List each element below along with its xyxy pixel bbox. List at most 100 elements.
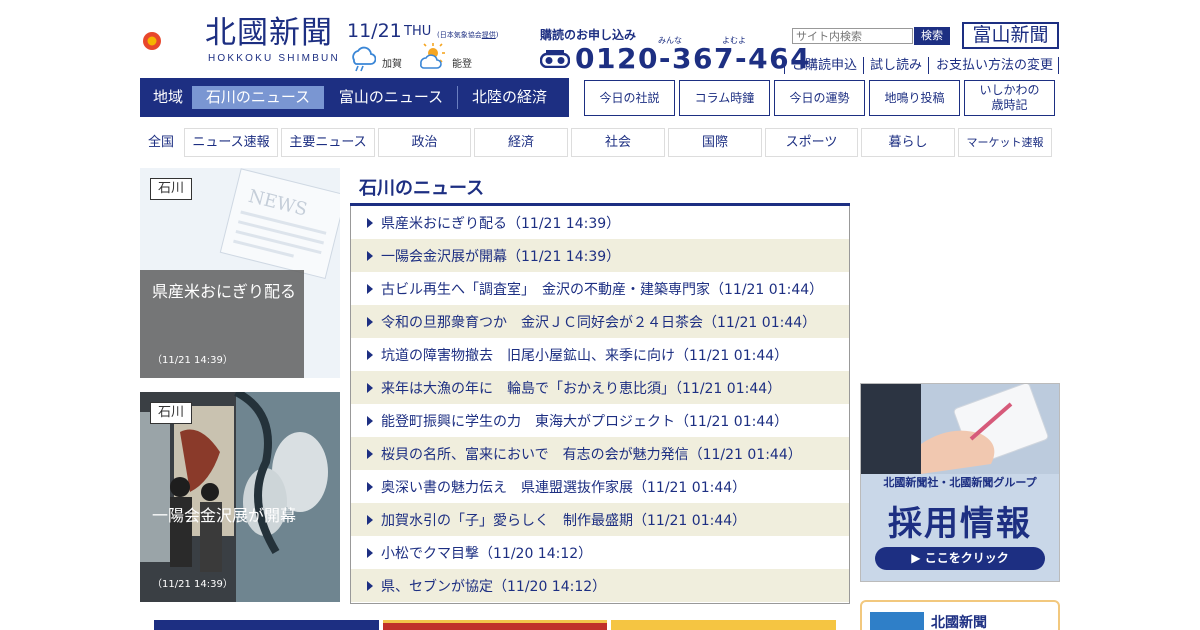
card-region-tag: 石川	[150, 402, 192, 424]
column-jisho-button[interactable]: コラム時鐘	[679, 80, 770, 116]
recruit-title: 採用情報	[888, 504, 1032, 544]
weather-area-noto: 能登	[452, 59, 472, 70]
recruit-company: 北國新聞社・北國新聞グループ	[883, 476, 1037, 489]
news-list-item[interactable]: 県産米おにぎり配る（11/21 14:39）	[351, 206, 849, 239]
arrow-right-icon	[367, 316, 373, 327]
arrow-right-icon	[367, 547, 373, 558]
link-separator	[863, 57, 864, 74]
rain-after-cloudy-icon[interactable]	[348, 44, 376, 72]
arrow-right-icon	[367, 481, 373, 492]
news-link[interactable]: 令和の旦那衆育つか 金沢ＪＣ同好会が２４日茶会（11/21 01:44）	[381, 312, 816, 332]
featured-card[interactable]: NEWS 石川 県産米おにぎり配る （11/21 14:39）	[140, 168, 340, 378]
card-region-tag: 石川	[150, 178, 192, 200]
arrow-right-icon	[367, 217, 373, 228]
category-market-news[interactable]: マーケット速報	[958, 128, 1052, 157]
news-link[interactable]: 加賀水引の「子」愛らしく 制作最盛期（11/21 01:44）	[381, 510, 746, 530]
bottom-banner[interactable]	[611, 620, 836, 630]
card-time: （11/21 14:39）	[152, 579, 233, 590]
news-list-item[interactable]: 小松でクマ目撃（11/20 14:12）	[351, 536, 849, 569]
tab-ishikawa-news[interactable]: 石川のニュース	[192, 86, 324, 109]
news-list-item[interactable]: 坑道の障害物撤去 旧尾小屋鉱山、来季に向け（11/21 01:44）	[351, 338, 849, 371]
free-dial-icon	[540, 50, 570, 68]
category-international[interactable]: 国際	[668, 128, 762, 157]
news-link[interactable]: 一陽会金沢展が開幕（11/21 14:39）	[381, 246, 620, 266]
arrow-right-icon	[367, 283, 373, 294]
weather-area-kaga: 加賀	[382, 59, 402, 70]
editorial-button[interactable]: 今日の社説	[584, 80, 675, 116]
category-sports[interactable]: スポーツ	[765, 128, 858, 157]
subscribe-link[interactable]: ご購読申込	[792, 57, 857, 74]
sun-cloud-icon[interactable]	[418, 42, 446, 70]
bottom-banner[interactable]	[383, 620, 607, 630]
weather-credit: (日本気象協会提供)	[437, 30, 498, 40]
category-lifestyle[interactable]: 暮らし	[861, 128, 955, 157]
news-link[interactable]: 桜貝の名所、富来においで 有志の会が魅力発信（11/21 01:44）	[381, 444, 802, 464]
news-link[interactable]: 県、セブンが協定（11/20 14:12）	[381, 576, 606, 596]
search-input[interactable]	[792, 28, 913, 44]
news-list-item[interactable]: 加賀水引の「子」愛らしく 制作最盛期（11/21 01:44）	[351, 503, 849, 536]
logo-title[interactable]: 北國新聞	[205, 15, 333, 51]
news-list-item[interactable]: 県、セブンが協定（11/20 14:12）	[351, 569, 849, 602]
region-nav-label: 地域	[152, 88, 183, 106]
link-separator	[1058, 57, 1059, 74]
category-top-news[interactable]: 主要ニュース	[281, 128, 375, 157]
search-button[interactable]: 検索	[914, 27, 950, 45]
weather-credit-close: )	[495, 31, 499, 39]
trial-read-link[interactable]: 試し読み	[870, 57, 922, 74]
arrow-right-icon	[367, 580, 373, 591]
featured-card[interactable]: 石川 一陽会金沢展が開幕 （11/21 14:39）	[140, 392, 340, 602]
date-day: 11/21	[347, 20, 402, 42]
ishikawa-almanac-button[interactable]: いしかわの 歳時記	[964, 80, 1055, 116]
news-list-item[interactable]: 桜貝の名所、富来においで 有志の会が魅力発信（11/21 01:44）	[351, 437, 849, 470]
subscribe-label: 購読のお申し込み	[540, 28, 637, 42]
news-link[interactable]: 奥深い書の魅力伝え 県連盟選抜作家展（11/21 01:44）	[381, 477, 746, 497]
arrow-right-icon	[367, 448, 373, 459]
recruit-click-button[interactable]: ▶ ここをクリック	[875, 547, 1045, 570]
fortune-button[interactable]: 今日の運勢	[774, 80, 865, 116]
arrow-right-icon	[367, 250, 373, 261]
news-link[interactable]: 坑道の障害物撤去 旧尾小屋鉱山、来季に向け（11/21 01:44）	[381, 345, 788, 365]
link-separator	[784, 57, 785, 74]
news-list: 県産米おにぎり配る（11/21 14:39） 一陽会金沢展が開幕（11/21 1…	[350, 206, 850, 604]
news-link[interactable]: 古ビル再生へ「調査室」 金沢の不動産・建築専門家（11/21 01:44）	[381, 279, 823, 299]
news-list-item[interactable]: 令和の旦那衆育つか 金沢ＪＣ同好会が２４日茶会（11/21 01:44）	[351, 305, 849, 338]
news-list-item[interactable]: 能登町振興に学生の力 東海大がプロジェクト（11/21 01:44）	[351, 404, 849, 437]
category-national[interactable]: 全国	[140, 128, 182, 157]
date-weekday: THU	[404, 24, 432, 39]
category-breaking-news[interactable]: ニュース速報	[184, 128, 278, 157]
payment-change-link[interactable]: お支払い方法の変更	[936, 57, 1053, 74]
arrow-right-icon	[367, 415, 373, 426]
category-politics[interactable]: 政治	[378, 128, 471, 157]
card-title[interactable]: 一陽会金沢展が開幕	[152, 502, 296, 526]
news-link[interactable]: 小松でクマ目撃（11/20 14:12）	[381, 543, 592, 563]
arrow-right-icon	[367, 382, 373, 393]
tab-toyama-news[interactable]: 富山のニュース	[326, 86, 456, 109]
recruit-banner[interactable]: 北國新聞社・北國新聞グループ 採用情報 ▶ ここをクリック	[860, 383, 1060, 582]
card-title[interactable]: 県産米おにぎり配る	[152, 278, 296, 302]
arrow-right-icon	[367, 349, 373, 360]
arrow-right-icon	[367, 514, 373, 525]
reader-post-button[interactable]: 地鳴り投稿	[869, 80, 960, 116]
news-list-item[interactable]: 奥深い書の魅力伝え 県連盟選抜作家展（11/21 01:44）	[351, 470, 849, 503]
category-society[interactable]: 社会	[571, 128, 665, 157]
weather-credit-link[interactable]: 提供	[482, 31, 496, 39]
news-link[interactable]: 能登町振興に学生の力 東海大がプロジェクト（11/21 01:44）	[381, 411, 788, 431]
logo-subtitle: HOKKOKU SHIMBUN	[208, 53, 340, 64]
toyama-shimbun-button[interactable]: 富山新聞	[962, 22, 1059, 49]
news-list-item[interactable]: 来年は大漁の年に 輪島で「おかえり恵比須」（11/21 01:44）	[351, 371, 849, 404]
news-list-item[interactable]: 一陽会金沢展が開幕（11/21 14:39）	[351, 239, 849, 272]
tab-hokuriku-economy[interactable]: 北陸の経済	[458, 86, 561, 109]
weather-credit-text: (日本気象協会	[437, 31, 482, 39]
logo-mark-icon[interactable]	[140, 16, 198, 66]
phone-number[interactable]: 0120-367-464	[575, 42, 811, 75]
news-list-item[interactable]: 古ビル再生へ「調査室」 金沢の不動産・建築専門家（11/21 01:44）	[351, 272, 849, 305]
category-economy[interactable]: 経済	[474, 128, 568, 157]
news-section-title: 石川のニュース	[359, 178, 485, 199]
bottom-promo-label[interactable]: 北國新聞	[931, 612, 987, 630]
link-separator	[928, 57, 929, 74]
card-time: （11/21 14:39）	[152, 355, 233, 366]
news-link[interactable]: 県産米おにぎり配る（11/21 14:39）	[381, 213, 620, 233]
news-link[interactable]: 来年は大漁の年に 輪島で「おかえり恵比須」（11/21 01:44）	[381, 378, 781, 398]
newspaper-logo-icon	[870, 612, 924, 630]
bottom-banner[interactable]	[154, 620, 379, 630]
